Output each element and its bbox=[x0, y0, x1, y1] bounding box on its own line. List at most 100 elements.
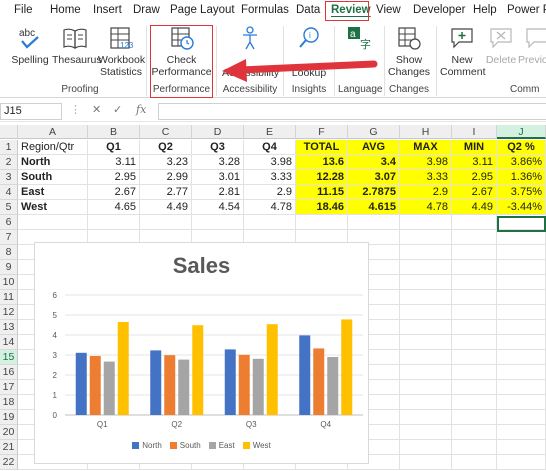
empty-cell[interactable] bbox=[497, 230, 546, 245]
data-cell[interactable]: -3.44% bbox=[497, 200, 546, 215]
bar-east-q1[interactable] bbox=[103, 361, 115, 415]
row-header-4[interactable]: 4 bbox=[0, 185, 18, 200]
data-cell[interactable]: 3.07 bbox=[348, 170, 400, 185]
bar-south-q3[interactable] bbox=[238, 354, 250, 415]
row-header-16[interactable]: 16 bbox=[0, 365, 18, 380]
column-header-g[interactable]: G bbox=[348, 125, 400, 139]
header-cell[interactable]: Q3 bbox=[192, 140, 244, 155]
data-cell[interactable]: 1.36% bbox=[497, 170, 546, 185]
data-cell[interactable]: North bbox=[18, 155, 88, 170]
empty-cell[interactable] bbox=[400, 320, 452, 335]
data-cell[interactable]: 2.7875 bbox=[348, 185, 400, 200]
row-header-11[interactable]: 11 bbox=[0, 290, 18, 305]
row-header-12[interactable]: 12 bbox=[0, 305, 18, 320]
empty-cell[interactable] bbox=[452, 305, 497, 320]
empty-cell[interactable] bbox=[400, 260, 452, 275]
data-cell[interactable]: West bbox=[18, 200, 88, 215]
empty-cell[interactable] bbox=[452, 365, 497, 380]
column-header-i[interactable]: I bbox=[452, 125, 497, 139]
empty-cell[interactable] bbox=[140, 215, 192, 230]
bar-west-q1[interactable] bbox=[117, 322, 129, 415]
empty-cell[interactable] bbox=[497, 290, 546, 305]
data-cell[interactable]: 2.77 bbox=[140, 185, 192, 200]
empty-cell[interactable] bbox=[400, 395, 452, 410]
column-header-b[interactable]: B bbox=[88, 125, 140, 139]
row-header-5[interactable]: 5 bbox=[0, 200, 18, 215]
data-cell[interactable]: 4.65 bbox=[88, 200, 140, 215]
bar-east-q2[interactable] bbox=[178, 359, 190, 415]
data-cell[interactable]: 3.11 bbox=[452, 155, 497, 170]
bar-north-q4[interactable] bbox=[299, 335, 311, 415]
select-all-corner[interactable] bbox=[0, 125, 18, 139]
empty-cell[interactable] bbox=[18, 215, 88, 230]
data-cell[interactable]: 4.49 bbox=[140, 200, 192, 215]
empty-cell[interactable] bbox=[400, 290, 452, 305]
empty-cell[interactable] bbox=[192, 215, 244, 230]
empty-cell[interactable] bbox=[452, 290, 497, 305]
row-header-22[interactable]: 22 bbox=[0, 455, 18, 470]
row-header-10[interactable]: 10 bbox=[0, 275, 18, 290]
empty-cell[interactable] bbox=[296, 215, 348, 230]
column-header-j[interactable]: J bbox=[497, 125, 546, 139]
data-cell[interactable]: 3.98 bbox=[244, 155, 296, 170]
empty-cell[interactable] bbox=[452, 425, 497, 440]
row-header-19[interactable]: 19 bbox=[0, 410, 18, 425]
empty-cell[interactable] bbox=[452, 215, 497, 230]
row-header-1[interactable]: 1 bbox=[0, 140, 18, 155]
column-header-e[interactable]: E bbox=[244, 125, 296, 139]
active-cell-j15[interactable] bbox=[497, 216, 546, 232]
data-cell[interactable]: 2.9 bbox=[400, 185, 452, 200]
empty-cell[interactable] bbox=[88, 215, 140, 230]
bar-south-q2[interactable] bbox=[164, 355, 176, 415]
data-cell[interactable]: 2.67 bbox=[452, 185, 497, 200]
empty-cell[interactable] bbox=[400, 455, 452, 470]
empty-cell[interactable] bbox=[497, 350, 546, 365]
empty-cell[interactable] bbox=[497, 455, 546, 470]
row-header-21[interactable]: 21 bbox=[0, 440, 18, 455]
empty-cell[interactable] bbox=[452, 395, 497, 410]
header-cell[interactable]: Q2 % bbox=[497, 140, 546, 155]
empty-cell[interactable] bbox=[497, 260, 546, 275]
header-cell[interactable]: MIN bbox=[452, 140, 497, 155]
bar-north-q2[interactable] bbox=[150, 350, 162, 415]
bar-west-q2[interactable] bbox=[192, 325, 204, 415]
empty-cell[interactable] bbox=[452, 335, 497, 350]
bar-south-q4[interactable] bbox=[313, 348, 325, 415]
bar-west-q4[interactable] bbox=[341, 319, 353, 415]
empty-cell[interactable] bbox=[400, 380, 452, 395]
formula-input[interactable] bbox=[158, 103, 546, 120]
bar-east-q4[interactable] bbox=[327, 357, 339, 415]
cancel-icon[interactable]: ✕ bbox=[92, 103, 101, 116]
header-cell[interactable]: AVG bbox=[348, 140, 400, 155]
data-cell[interactable]: 3.28 bbox=[192, 155, 244, 170]
data-cell[interactable]: 4.78 bbox=[244, 200, 296, 215]
data-cell[interactable]: 2.95 bbox=[452, 170, 497, 185]
data-cell[interactable]: 2.99 bbox=[140, 170, 192, 185]
bar-north-q1[interactable] bbox=[75, 352, 87, 415]
empty-cell[interactable] bbox=[452, 455, 497, 470]
row-header-7[interactable]: 7 bbox=[0, 230, 18, 245]
empty-cell[interactable] bbox=[452, 260, 497, 275]
bar-north-q3[interactable] bbox=[224, 349, 236, 415]
row-header-15[interactable]: 15 bbox=[0, 350, 18, 365]
column-header-f[interactable]: F bbox=[296, 125, 348, 139]
data-cell[interactable]: 4.54 bbox=[192, 200, 244, 215]
header-cell[interactable]: Q2 bbox=[140, 140, 192, 155]
header-cell[interactable]: TOTAL bbox=[296, 140, 348, 155]
empty-cell[interactable] bbox=[497, 245, 546, 260]
enter-icon[interactable]: ✓ bbox=[113, 103, 122, 116]
empty-cell[interactable] bbox=[497, 380, 546, 395]
insert-function-icon[interactable]: fx bbox=[136, 103, 146, 116]
row-header-8[interactable]: 8 bbox=[0, 245, 18, 260]
empty-cell[interactable] bbox=[452, 410, 497, 425]
empty-cell[interactable] bbox=[497, 365, 546, 380]
empty-cell[interactable] bbox=[400, 410, 452, 425]
row-header-6[interactable]: 6 bbox=[0, 215, 18, 230]
empty-cell[interactable] bbox=[348, 215, 400, 230]
sales-chart[interactable]: Sales 0 1 2 3 4 5 6 Q1 Q2 Q3 Q4 North South East West bbox=[34, 242, 369, 464]
empty-cell[interactable] bbox=[400, 230, 452, 245]
empty-cell[interactable] bbox=[452, 350, 497, 365]
empty-cell[interactable] bbox=[400, 215, 452, 230]
empty-cell[interactable] bbox=[452, 245, 497, 260]
empty-cell[interactable] bbox=[244, 215, 296, 230]
